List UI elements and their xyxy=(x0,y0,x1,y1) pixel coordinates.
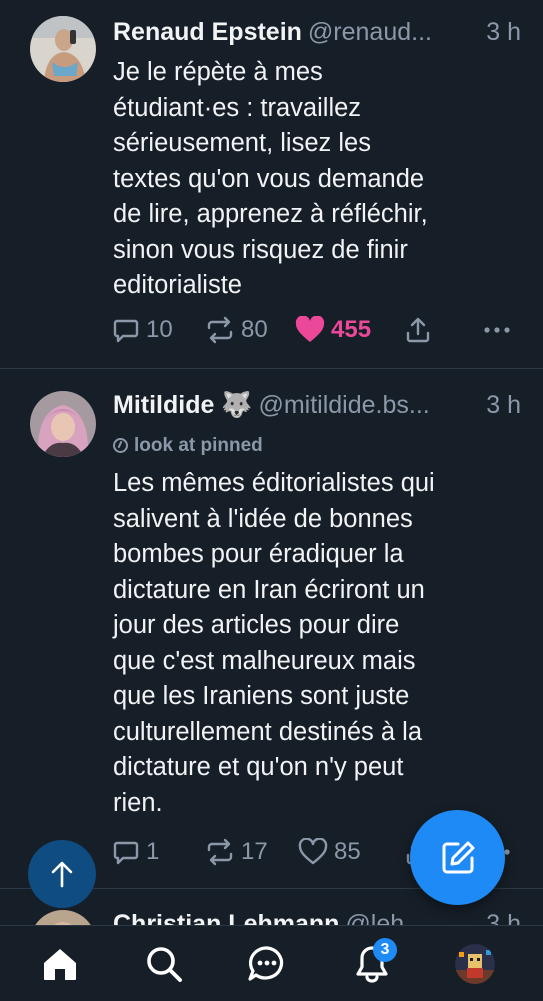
avatar[interactable] xyxy=(30,391,96,457)
repost-icon xyxy=(207,838,233,866)
nav-home[interactable] xyxy=(25,926,95,1001)
reply-icon xyxy=(113,841,139,865)
avatar-image xyxy=(30,16,96,82)
like-button[interactable]: 455 xyxy=(295,310,371,350)
bottom-nav: 3 xyxy=(0,925,543,1001)
post-actions: 10 80 455 xyxy=(110,310,530,350)
author-handle[interactable]: @mitildide.bs... xyxy=(258,391,429,419)
compose-button[interactable] xyxy=(410,810,505,905)
post-text: Je le répète à mes étudiant·es : travail… xyxy=(113,58,428,299)
reply-button[interactable]: 10 xyxy=(112,310,173,350)
share-icon xyxy=(406,317,430,343)
notification-badge: 3 xyxy=(373,938,397,962)
repost-button[interactable]: 17 xyxy=(205,832,268,872)
avatar-image xyxy=(30,391,96,457)
share-button[interactable] xyxy=(405,310,431,350)
home-icon xyxy=(44,948,76,980)
more-button[interactable] xyxy=(482,310,512,350)
reply-icon xyxy=(113,319,139,343)
more-icon xyxy=(484,327,510,333)
post-text: Les mêmes éditorialistes qui salivent à … xyxy=(113,469,435,817)
avatar[interactable] xyxy=(30,16,96,82)
reply-button[interactable]: 1 xyxy=(112,832,159,872)
author-name[interactable]: Mitildide 🐺 xyxy=(113,391,252,419)
like-count: 455 xyxy=(331,316,372,343)
chat-icon xyxy=(248,945,284,981)
repost-count: 80 xyxy=(241,316,268,343)
nav-notifications[interactable]: 3 xyxy=(337,926,407,1001)
post-header: Mitildide 🐺 @mitildide.bs... 3 h xyxy=(113,387,521,423)
heart-icon xyxy=(298,838,328,865)
heart-filled-icon xyxy=(295,316,325,342)
reason-label: look at pinned xyxy=(134,435,263,456)
arrow-up-icon xyxy=(51,861,73,888)
search-icon xyxy=(147,946,182,982)
profile-avatar xyxy=(455,943,495,984)
profile-avatar-image xyxy=(455,943,495,984)
nav-search[interactable] xyxy=(129,926,199,1001)
nav-chat[interactable] xyxy=(232,926,302,1001)
info-icon xyxy=(113,438,128,453)
author-name[interactable]: Renaud Epstein xyxy=(113,18,302,46)
reply-count: 10 xyxy=(146,316,173,343)
like-count: 85 xyxy=(334,838,361,865)
scroll-to-top-button[interactable] xyxy=(28,840,96,908)
author-handle[interactable]: @renaud... xyxy=(308,18,432,46)
like-button[interactable]: 85 xyxy=(298,832,361,872)
post-time: 3 h xyxy=(478,14,521,50)
compose-icon xyxy=(442,841,474,873)
reply-count: 1 xyxy=(146,838,160,865)
repost-button[interactable]: 80 xyxy=(205,310,268,350)
repost-count: 17 xyxy=(241,838,268,865)
post-time: 3 h xyxy=(478,387,521,423)
nav-profile[interactable] xyxy=(440,926,510,1001)
feed: Renaud Epstein @renaud... 3 h Je le répèt… xyxy=(0,0,543,1001)
pinned-reason[interactable]: look at pinned xyxy=(113,433,263,459)
post-item[interactable]: Renaud Epstein @renaud... 3 h Je le répèt… xyxy=(0,0,543,369)
post-header: Renaud Epstein @renaud... 3 h xyxy=(113,14,521,50)
repost-icon xyxy=(207,316,233,344)
